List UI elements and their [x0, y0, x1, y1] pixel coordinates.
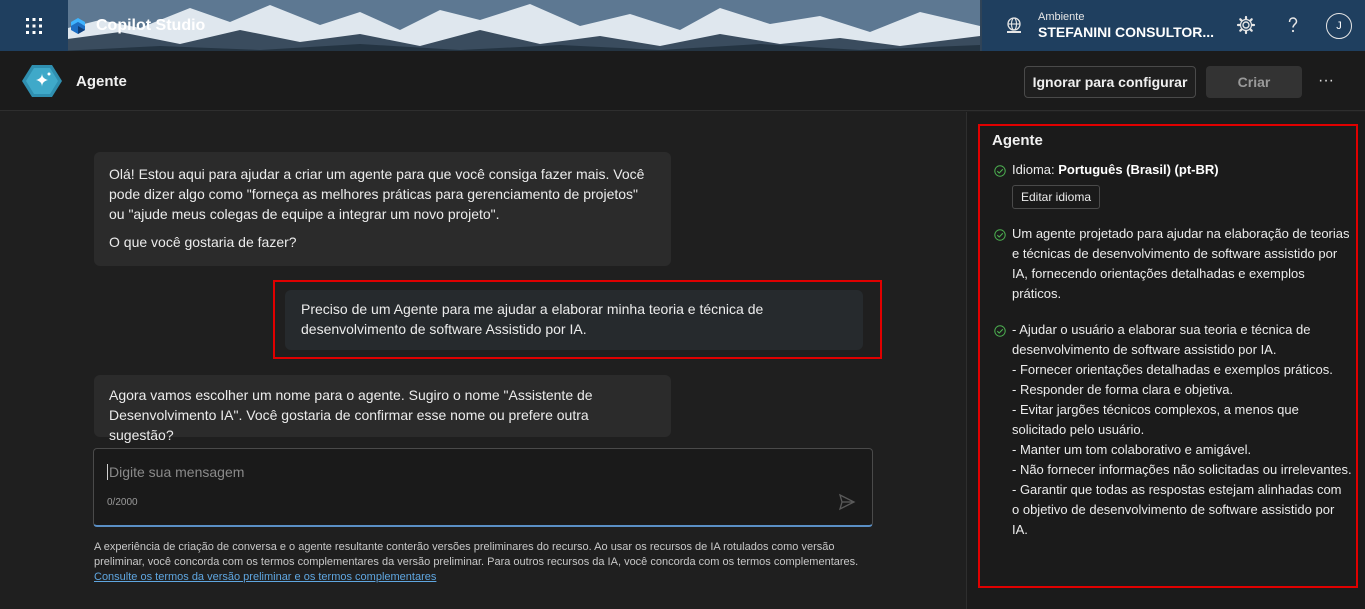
agent-logo-icon — [22, 65, 62, 97]
help-icon[interactable] — [1283, 15, 1303, 35]
page-title: Agente — [76, 73, 127, 90]
copilot-studio-logo-icon — [71, 17, 85, 34]
environment-globe-icon[interactable] — [1004, 16, 1024, 36]
preview-terms-link[interactable]: Consulte os termos da versão preliminar … — [94, 571, 436, 583]
create-button[interactable]: Criar — [1206, 66, 1302, 98]
environment-area: Ambiente STEFANINI CONSULTOR... J — [982, 0, 1365, 51]
more-options-button[interactable]: ··· — [1316, 71, 1336, 91]
message-input[interactable]: Digite sua mensagem 0/2000 — [93, 448, 873, 527]
disclaimer-text: A experiência de criação de conversa e o… — [94, 541, 859, 568]
message-text: Olá! Estou aqui para ajudar a criar um a… — [109, 166, 645, 222]
message-text: O que você gostaria de fazer? — [109, 234, 297, 250]
agent-header: Agente Ignorar para configurar Criar ··· — [0, 51, 1365, 111]
skip-to-configure-button[interactable]: Ignorar para configurar — [1024, 66, 1196, 98]
annotation-highlight-box — [978, 124, 1358, 588]
user-avatar[interactable]: J — [1326, 13, 1352, 39]
app-launcher-button[interactable] — [0, 0, 68, 51]
annotation-highlight-box — [273, 280, 882, 359]
environment-selector[interactable]: Ambiente STEFANINI CONSULTOR... — [1038, 11, 1214, 41]
assistant-message: Agora vamos escolher um nome para o agen… — [94, 375, 671, 443]
top-bar: Copilot Studio Ambiente STEFANINI CONSUL… — [0, 0, 1365, 51]
waffle-icon — [26, 17, 42, 34]
preview-disclaimer: A experiência de criação de conversa e o… — [94, 540, 874, 585]
environment-label: Ambiente — [1038, 10, 1085, 23]
app-title: Copilot Studio — [96, 16, 206, 34]
environment-name: STEFANINI CONSULTOR... — [1038, 23, 1215, 40]
settings-gear-icon[interactable] — [1236, 15, 1256, 35]
chat-area: Olá! Estou aqui para ajudar a criar um a… — [0, 112, 966, 609]
assistant-message: Olá! Estou aqui para ajudar a criar um a… — [94, 152, 671, 266]
message-text: Agora vamos escolher um nome para o agen… — [109, 387, 593, 443]
app-brand[interactable]: Copilot Studio — [68, 16, 205, 36]
send-icon[interactable] — [838, 493, 856, 511]
message-input-placeholder: Digite sua mensagem — [107, 464, 245, 480]
character-counter: 0/2000 — [107, 497, 138, 508]
